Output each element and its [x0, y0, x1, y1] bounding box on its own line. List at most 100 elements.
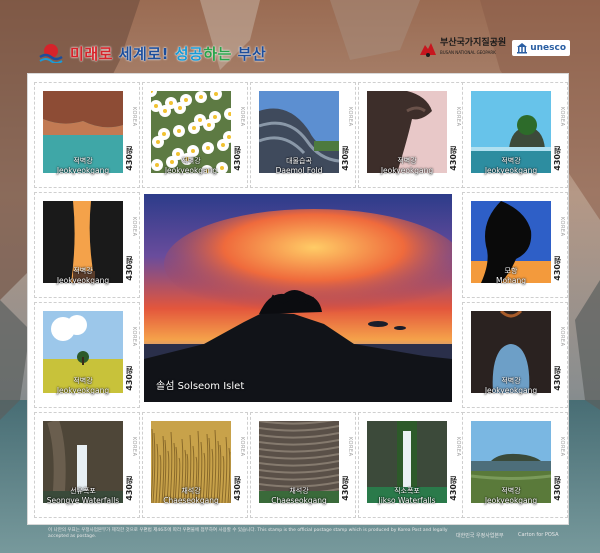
- stamp-caption-en: Jeokyeokgang: [484, 386, 538, 395]
- slogan-text: 미래로 세계로! 성공하는 부산: [70, 43, 266, 64]
- slogan-char: 로: [98, 44, 113, 63]
- slogan-char: 로: [147, 44, 162, 63]
- stamp-caption: 채석강 Chaeseokgang: [259, 487, 339, 505]
- stamp-caption-en: Jeokyeokgang: [380, 166, 434, 175]
- geopark-label-en: BUSAN NATIONAL GEOPARK: [439, 50, 496, 55]
- stamp-caption-ko: 채석강: [181, 487, 201, 495]
- stamp-korea-text: KOREA: [347, 437, 353, 457]
- stamp-caption-en: Seongye Waterfalls: [46, 496, 120, 505]
- stamp-caption: 적벽강 Jeokyeokgang: [471, 377, 551, 395]
- stamp-caption-ko: 적벽강: [501, 377, 521, 385]
- stamp-korea-text: KOREA: [559, 217, 565, 237]
- slogan-char: 하: [203, 44, 218, 63]
- unesco-logo: unesco: [512, 40, 570, 56]
- stamp-caption-en: Chaeseokgang: [271, 496, 327, 505]
- stamp: 선유폭포 Seongye Waterfalls KOREA 430원: [34, 412, 140, 518]
- stamp-denomination: 430원: [341, 476, 350, 501]
- stamp-caption-ko: 모항: [504, 267, 518, 275]
- stamp-korea-text: KOREA: [131, 217, 137, 237]
- stamp-denomination: 430원: [125, 256, 134, 281]
- stamp-caption: 적벽강 Jeokyeokgang: [151, 157, 231, 175]
- slogan-char: 공: [189, 44, 204, 63]
- stamp-caption-en: Jeokyeokgang: [56, 166, 110, 175]
- stamp-caption-en: Jeokyeokgang: [484, 496, 538, 505]
- stamp-denomination: 430원: [341, 146, 350, 171]
- stamp: 적벽강 Jeokyeokgang KOREA 430원: [34, 302, 140, 408]
- stamp-caption-en: Jeokyeokgang: [56, 276, 110, 285]
- stamp-caption: 적벽강 Jeokyeokgang: [43, 377, 123, 395]
- stamp-korea-text: KOREA: [559, 437, 565, 457]
- stamp: 모항 Mohang KOREA 430원: [462, 192, 568, 298]
- stamp-caption: 직소폭포 Jikso Waterfalls: [367, 487, 447, 505]
- stamp-denomination: 430원: [553, 476, 562, 501]
- stamp-caption-ko: 직소폭포: [394, 487, 420, 495]
- stamp-korea-text: KOREA: [347, 107, 353, 127]
- stamp-korea-text: KOREA: [131, 107, 137, 127]
- slogan-char: 미: [70, 44, 85, 63]
- brand-logos: 부산국가지질공원 BUSAN NATIONAL GEOPARK unesco: [419, 38, 570, 58]
- slogan-char: 래: [84, 44, 99, 63]
- stamp-korea-text: KOREA: [455, 437, 461, 457]
- stamp-korea-text: KOREA: [239, 437, 245, 457]
- stamp-denomination: 430원: [553, 146, 562, 171]
- stamp-caption-ko: 적벽강: [181, 157, 201, 165]
- stamp-caption-ko: 적벽강: [73, 377, 93, 385]
- stamp-denomination: 430원: [233, 146, 242, 171]
- slogan-char: 세: [118, 44, 133, 63]
- stamp-caption-en: Jeokyeokgang: [484, 166, 538, 175]
- stamp-korea-text: KOREA: [559, 107, 565, 127]
- stamp-caption: 모항 Mohang: [471, 267, 551, 285]
- stamp-caption-en: Jeokyeokgang: [56, 386, 110, 395]
- unesco-label: unesco: [530, 43, 566, 53]
- stamp-caption-ko: 채석강: [289, 487, 309, 495]
- slogan-char: !: [161, 44, 169, 63]
- stamp: 적벽강 Jeokyeokgang KOREA 430원: [142, 82, 248, 188]
- stamp-korea-text: KOREA: [131, 327, 137, 347]
- stamp-denomination: 430원: [125, 476, 134, 501]
- geopark-label-ko: 부산국가지질공원: [439, 38, 507, 48]
- stamp: 적벽강 Jeokyeokgang KOREA 430원: [34, 82, 140, 188]
- busan-geopark-logo: 부산국가지질공원 BUSAN NATIONAL GEOPARK: [419, 38, 506, 58]
- feature-photo-solseom-islet: 솔섬 Solseom Islet: [144, 194, 452, 402]
- stamp-caption-ko: 적벽강: [501, 157, 521, 165]
- slogan-char: 산: [251, 44, 267, 63]
- stamp-caption-en: Chaeseokgang: [163, 496, 219, 505]
- stamp: 적벽강 Jeokyeokgang KOREA 430원: [358, 82, 464, 188]
- geopark-mark-icon: [419, 43, 436, 57]
- stamp-caption-en: Jeokyeokgang: [164, 166, 218, 175]
- stamp-caption-en: Jikso Waterfalls: [378, 496, 436, 505]
- slogan-char: 는: [217, 44, 232, 63]
- stamp-caption-ko: 대물습곡: [286, 157, 312, 165]
- stamp-caption-ko: 적벽강: [501, 487, 521, 495]
- footer-note: 이 나만의 우표는 우정사업본부가 제작한 것으로 우편법 제46조에 따라 우…: [48, 528, 448, 539]
- sheet-footer: 이 나만의 우표는 우정사업본부가 제작한 것으로 우편법 제46조에 따라 우…: [48, 528, 568, 550]
- footer-org: 대한민국 우정사업본부: [456, 533, 504, 539]
- stamp-korea-text: KOREA: [455, 107, 461, 127]
- stamp-caption: 적벽강 Jeokyeokgang: [43, 157, 123, 175]
- footer-credit: Carton for POSA: [518, 532, 559, 538]
- stamp-denomination: 430원: [449, 146, 458, 171]
- stamp-caption-ko: 선유폭포: [70, 487, 96, 495]
- sunset-islet-illustration: [144, 194, 452, 402]
- stamp-korea-text: KOREA: [131, 437, 137, 457]
- stamp-denomination: 430원: [553, 256, 562, 281]
- stamp: 대물습곡 Daemol Fold KOREA 430원: [250, 82, 356, 188]
- stamp-caption-ko: 적벽강: [73, 267, 93, 275]
- stamp-denomination: 430원: [553, 366, 562, 391]
- stamp-denomination: 430원: [125, 366, 134, 391]
- stamp: 적벽강 Jeokyeokgang KOREA 430원: [462, 302, 568, 408]
- stamp-caption: 적벽강 Jeokyeokgang: [471, 487, 551, 505]
- stamp-caption: 선유폭포 Seongye Waterfalls: [43, 487, 123, 505]
- stamp-caption-en: Daemol Fold: [275, 166, 323, 175]
- stamp-caption: 적벽강 Jeokyeokgang: [367, 157, 447, 175]
- stamp-caption: 적벽강 Jeokyeokgang: [471, 157, 551, 175]
- stamp-caption-en: Mohang: [496, 276, 526, 285]
- stamp-korea-text: KOREA: [239, 107, 245, 127]
- feature-title: 솔섬 Solseom Islet: [156, 381, 245, 392]
- slogan-char: 계: [132, 44, 148, 63]
- stamp: 직소폭포 Jikso Waterfalls KOREA 430원: [358, 412, 464, 518]
- stamp: 적벽강 Jeokyeokgang KOREA 430원: [462, 82, 568, 188]
- stamp-caption: 적벽강 Jeokyeokgang: [43, 267, 123, 285]
- stamp-denomination: 430원: [233, 476, 242, 501]
- busan-wave-logo-icon: [39, 44, 63, 63]
